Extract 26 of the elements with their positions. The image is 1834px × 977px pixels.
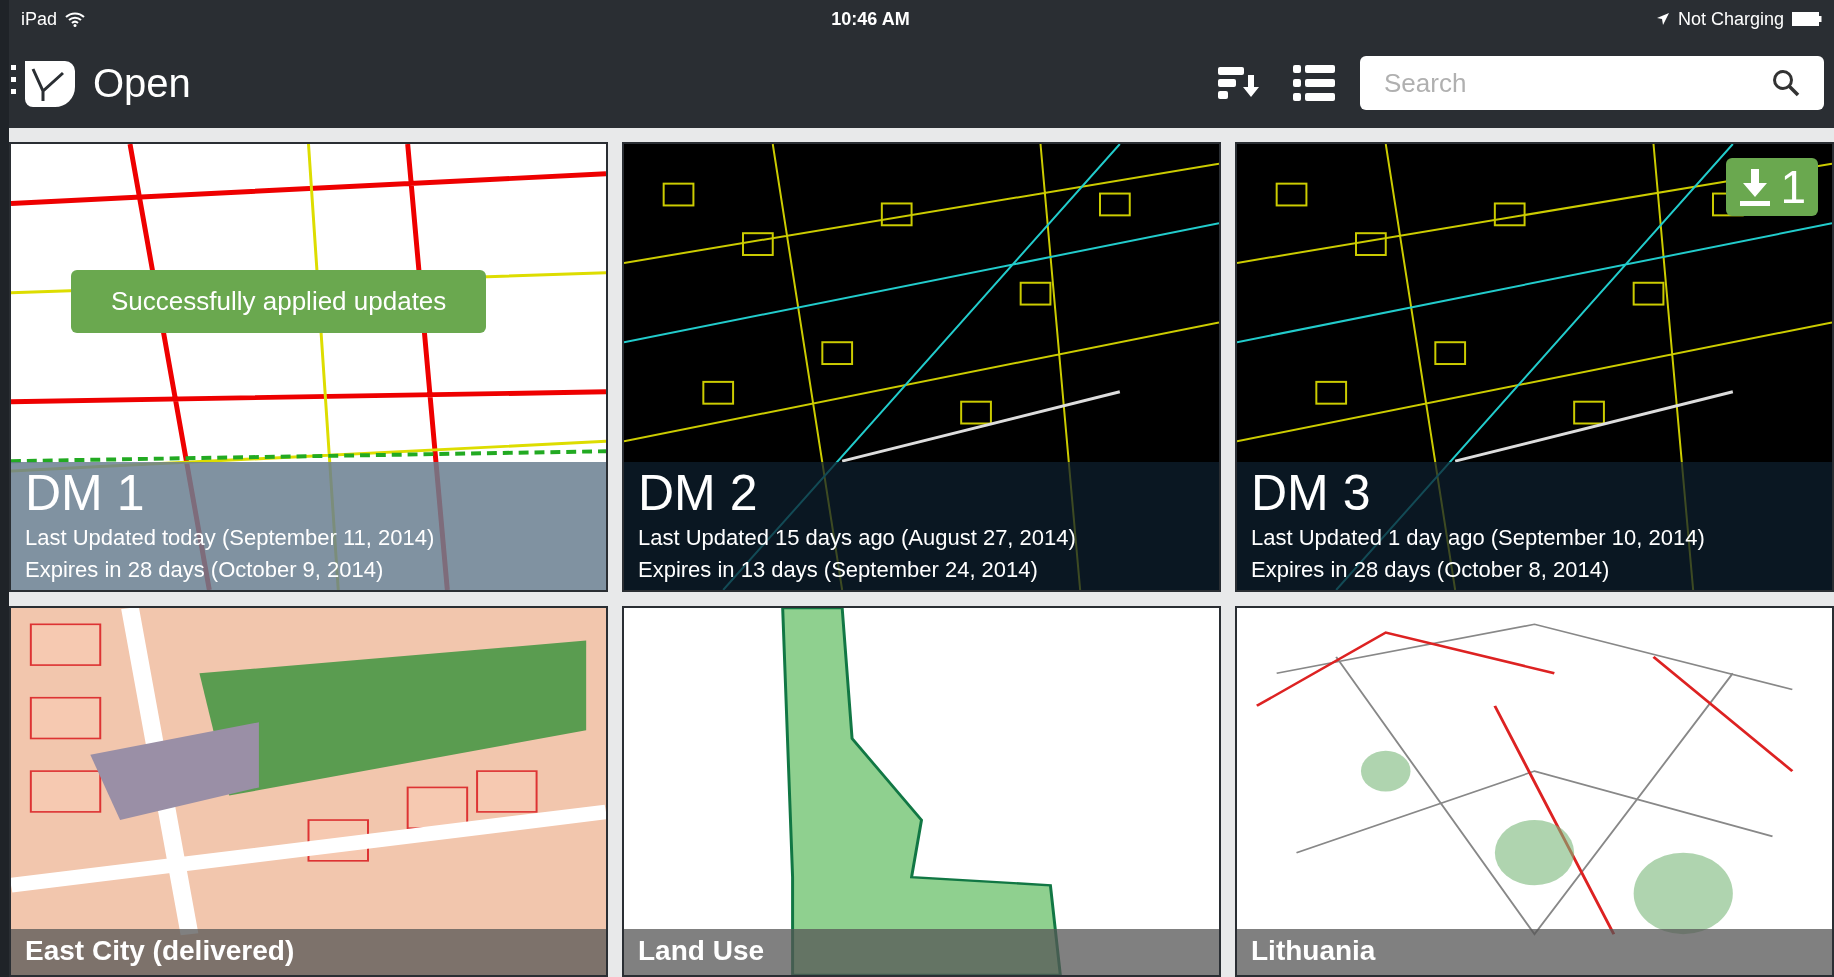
device-name: iPad bbox=[21, 7, 58, 31]
map-name: East City (delivered) bbox=[25, 934, 296, 968]
search-field[interactable]: Search bbox=[1360, 56, 1824, 110]
toast-message: Successfully applied updates bbox=[71, 270, 487, 333]
battery-icon bbox=[1792, 12, 1822, 26]
page-title: Open bbox=[93, 60, 191, 107]
map-detail-text: Last Updated 15 days ago (August 27, 2014) bbox=[638, 524, 1077, 552]
map-name: DM 3 bbox=[1251, 464, 1372, 522]
map-name: DM 1 bbox=[25, 464, 146, 522]
wifi-icon bbox=[65, 11, 86, 27]
map-detail-text: Expires in 13 days (September 24, 2014) bbox=[638, 556, 1039, 584]
location-arrow-icon bbox=[1655, 12, 1670, 26]
download-badge[interactable]: 1 bbox=[1726, 158, 1818, 216]
map-name: Lithuania bbox=[1251, 934, 1377, 968]
map-detail-text: Last Updated today (September 11, 2014) bbox=[25, 524, 436, 552]
map-name: Land Use bbox=[638, 934, 766, 968]
download-icon bbox=[1738, 167, 1773, 207]
sort-icon bbox=[1216, 65, 1260, 101]
charging-status: Not Charging bbox=[1677, 7, 1784, 31]
map-detail-text: Expires in 28 days (October 9, 2014) bbox=[25, 556, 385, 584]
list-icon bbox=[1292, 64, 1336, 102]
search-icon bbox=[1772, 69, 1800, 97]
clock: 10:46 AM bbox=[831, 7, 910, 31]
map-name: DM 2 bbox=[638, 464, 759, 522]
map-detail-text: Last Updated 1 day ago (September 10, 2014) bbox=[1251, 524, 1706, 552]
map-detail-text: Expires in 28 days (October 8, 2014) bbox=[1251, 556, 1611, 584]
